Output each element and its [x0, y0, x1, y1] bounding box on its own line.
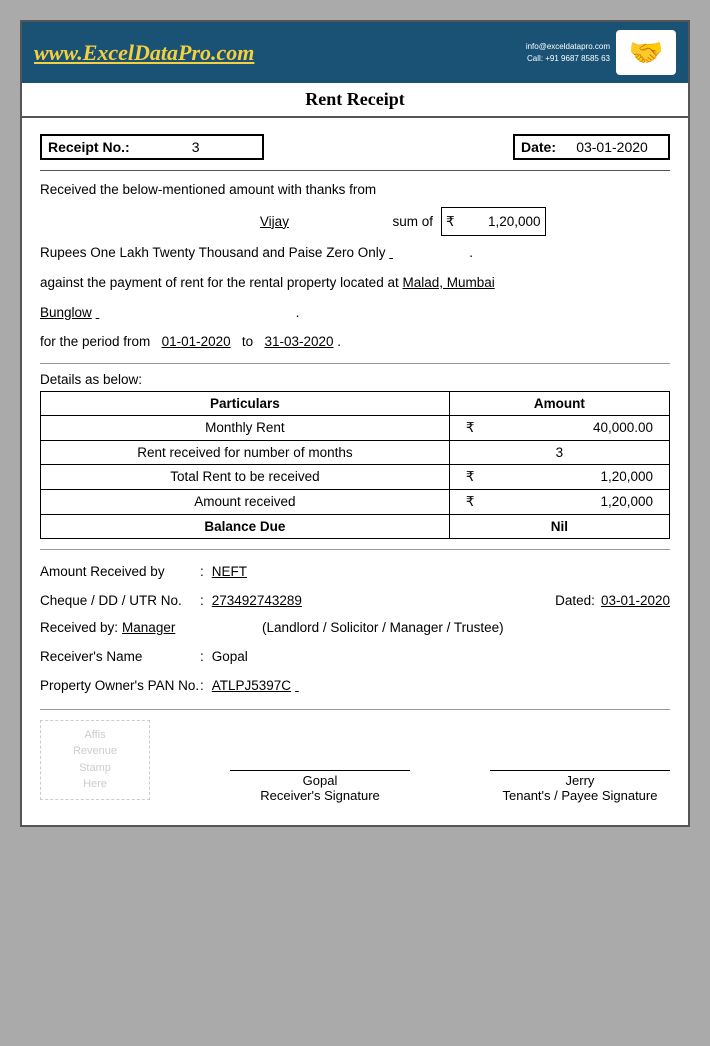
- header-logo: 🤝: [616, 30, 676, 75]
- payment-section: Amount Received by : NEFT Cheque / DD / …: [40, 558, 670, 699]
- stamp-line4: Here: [83, 776, 107, 793]
- property-location: Malad, Mumbai: [402, 275, 494, 290]
- dated-label: Dated:: [555, 587, 595, 614]
- receiver-by-value: Manager: [122, 614, 262, 641]
- date-label: Date:: [521, 139, 556, 155]
- against-line: against the payment of rent for the rent…: [40, 270, 670, 296]
- tenant-sig-title: Tenant's / Payee Signature: [503, 788, 658, 803]
- receipt-no-label: Receipt No.:: [48, 139, 130, 155]
- table-row: ₹40,000.00: [449, 415, 669, 440]
- rent-receipt-page: www.ExcelDataPro.com info@exceldatapro.c…: [20, 20, 690, 827]
- stamp-box: Affis Revenue Stamp Here: [40, 720, 150, 800]
- property-type: Bunglow: [40, 305, 92, 320]
- table-row: Amount received: [41, 489, 450, 514]
- stamp-line2: Revenue: [73, 743, 117, 760]
- website-title: www.ExcelDataPro.com: [34, 40, 254, 66]
- receipt-row: Receipt No.: 3 Date: 03-01-2020: [40, 134, 670, 160]
- cheque-row: Cheque / DD / UTR No. : 273492743289 Dat…: [40, 587, 670, 614]
- receiver-type: (Landlord / Solicitor / Manager / Truste…: [262, 614, 504, 641]
- table-row: ₹1,20,000: [449, 489, 669, 514]
- receiver-by-label: Received by:: [40, 614, 118, 641]
- section-divider-3: [40, 709, 670, 710]
- amount-value: 1,20,000: [461, 209, 541, 235]
- date-value: 03-01-2020: [562, 139, 662, 155]
- stamp-line1: Affis: [84, 727, 105, 744]
- table-row: Monthly Rent: [41, 415, 450, 440]
- header-contact: info@exceldatapro.com Call: +91 9687 858…: [526, 41, 610, 63]
- stamp-line3: Stamp: [79, 760, 111, 777]
- table-row: Rent received for number of months: [41, 440, 450, 464]
- doc-title-row: Rent Receipt: [22, 83, 688, 118]
- cheque-label: Cheque / DD / UTR No.: [40, 587, 200, 614]
- doc-title: Rent Receipt: [305, 89, 404, 109]
- divider-1: [40, 170, 670, 171]
- receiver-by-row: Received by: Manager (Landlord / Solicit…: [40, 614, 670, 641]
- received-by-row: Amount Received by : NEFT: [40, 558, 670, 585]
- table-row: 3: [449, 440, 669, 464]
- receipt-no-box: Receipt No.: 3: [40, 134, 264, 160]
- col-header-amount: Amount: [449, 391, 669, 415]
- cheque-value: 273492743289: [212, 587, 302, 614]
- content-area: Receipt No.: 3 Date: 03-01-2020 Received…: [22, 118, 688, 825]
- pan-row: Property Owner's PAN No. : ATLPJ5397C: [40, 672, 670, 699]
- receiver-sig-line: [230, 770, 410, 771]
- period-from: 01-01-2020: [162, 334, 231, 349]
- table-row: Balance Due: [41, 514, 450, 538]
- receivers-name-row: Receiver's Name : Gopal: [40, 643, 670, 670]
- tenant-name: Vijay: [164, 209, 384, 235]
- receiver-signature-area: Gopal Receiver's Signature: [230, 720, 410, 803]
- amount-box: ₹ 1,20,000: [441, 207, 546, 237]
- received-line: Received the below-mentioned amount with…: [40, 177, 670, 203]
- table-row: ₹1,20,000: [449, 464, 669, 489]
- pan-value: ATLPJ5397C: [212, 672, 291, 699]
- table-row: Total Rent to be received: [41, 464, 450, 489]
- tenant-line: Vijay sum of ₹ 1,20,000: [40, 207, 670, 237]
- details-label: Details as below:: [40, 372, 670, 387]
- period-line: for the period from 01-01-2020 to 31-03-…: [40, 329, 670, 355]
- pan-label: Property Owner's PAN No.: [40, 672, 200, 699]
- table-row: Nil: [449, 514, 669, 538]
- tenant-signature-area: Jerry Tenant's / Payee Signature: [490, 720, 670, 803]
- receipt-no-value: 3: [136, 139, 256, 155]
- tenant-sig-line: [490, 770, 670, 771]
- receivers-name-label: Receiver's Name: [40, 643, 200, 670]
- header-right: info@exceldatapro.com Call: +91 9687 858…: [526, 30, 676, 75]
- section-divider-1: [40, 363, 670, 364]
- receivers-name-value: Gopal: [212, 643, 248, 670]
- receiver-sig-title: Receiver's Signature: [260, 788, 380, 803]
- receiver-sig-name: Gopal: [303, 773, 338, 788]
- period-to: 31-03-2020: [264, 334, 333, 349]
- received-by-value: NEFT: [212, 558, 247, 585]
- received-by-label: Amount Received by: [40, 558, 200, 585]
- dated-value: 03-01-2020: [601, 587, 670, 614]
- details-table: Particulars Amount Monthly Rent₹40,000.0…: [40, 391, 670, 539]
- date-box: Date: 03-01-2020: [513, 134, 670, 160]
- header-banner: www.ExcelDataPro.com info@exceldatapro.c…: [22, 22, 688, 83]
- tenant-sig-name: Jerry: [566, 773, 595, 788]
- rupees-words-line: Rupees One Lakh Twenty Thousand and Pais…: [40, 240, 670, 266]
- signatures-row: Affis Revenue Stamp Here Gopal Receiver'…: [40, 720, 670, 815]
- section-divider-2: [40, 549, 670, 550]
- col-header-particulars: Particulars: [41, 391, 450, 415]
- property-type-line: Bunglow .: [40, 300, 670, 326]
